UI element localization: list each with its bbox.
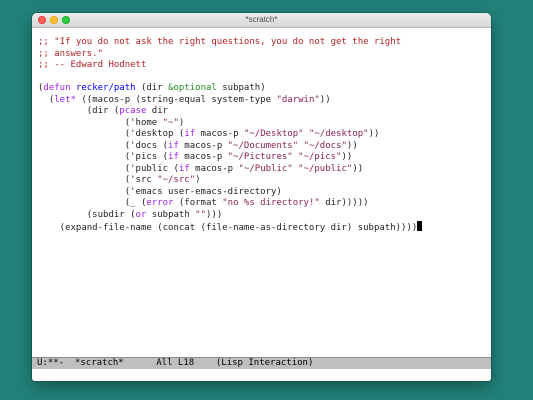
code-token: "~/src" [157,175,196,185]
code-token: (dir ( [38,106,120,116]
code-token: ( [38,117,131,128]
code-token: "darwin" [276,94,320,105]
emacs-window: *scratch* ;; "If you do not ask the righ… [32,13,491,381]
code-token: ;; "If you do not ask the right question… [38,37,402,47]
code-token: "~/Public" [238,163,293,174]
code-token: ) [178,117,185,128]
code-token: (dir [135,83,169,93]
modeline-position: All L18 [156,358,195,368]
code-token: "~/Desktop" [243,129,304,139]
code-token: "~/public" [298,163,353,174]
code-token: (format [173,198,223,208]
code-token: if [168,152,179,162]
code-token: "~/Pictures" [227,152,293,162]
code-line: (subdir (or subpath ""))) [38,210,487,222]
mode-line: U:**- *scratch* All L18 (Lisp Interactio… [32,357,491,369]
code-line: ;; answers." [38,49,487,61]
code-token: subpath) [216,83,266,93]
code-token: subpath [146,209,196,220]
code-token: recker/path [75,83,136,93]
code-token: &optional [168,83,217,93]
code-token: )) [341,152,353,162]
code-token: (subdir ( [38,209,136,220]
code-token: )) [368,129,380,139]
title-bar[interactable]: *scratch* [32,13,491,28]
code-token: "~/pics" [298,152,342,162]
code-token: let* [54,94,76,105]
code-token: "no %s directory!" [222,198,320,208]
code-token: ('public ( [38,163,179,174]
code-line: (defun recker/path (dir &optional subpat… [38,83,487,95]
code-token: defun [43,83,71,93]
modeline-buffer-name: *scratch* [74,358,124,368]
editor-buffer[interactable]: ;; "If you do not ask the right question… [38,37,487,357]
code-token: or [135,209,147,220]
code-token: ('docs ( [38,140,169,151]
code-token: dir [146,106,169,116]
code-token: ) [195,175,201,185]
code-token: error [146,198,174,208]
code-token: if [178,163,190,174]
code-token: dir))))) [319,198,369,208]
code-line: ;; -- Edward Hodnett [38,60,487,72]
code-token: macos-p [195,129,244,139]
code-line: ('desktop (if macos-p "~/Desktop" "~/des… [38,129,487,141]
code-token: )) [319,94,331,105]
code-token: ;; answers." [38,48,104,59]
code-token: ;; -- Edward Hodnett [38,60,147,70]
code-token: )) [346,140,358,151]
modeline-status: U:**- [37,358,65,368]
code-line: ('src "~/src") [38,175,487,187]
code-token: pcase [119,106,147,116]
code-token: )) [352,163,364,174]
code-token: "" [195,209,207,220]
code-token: if [168,140,179,151]
code-token: ))) [206,209,223,220]
code-token: 'home [130,117,158,128]
minibuffer[interactable] [32,369,491,381]
window-title: *scratch* [245,15,278,24]
code-token: macos-p [178,140,228,151]
code-line: (expand-file-name (concat (file-name-as-… [38,221,487,233]
code-token: ('desktop ( [38,129,185,139]
code-token: ('src [38,175,158,185]
code-token: ('pics ( [38,152,169,162]
code-token: (expand-file-name (concat (file-name-as-… [38,223,418,233]
text-cursor [417,221,423,231]
code-line: (let* ((macos-p (string-equal system-typ… [38,95,487,107]
code-token: ((macos-p (string-equal system-type [75,94,277,105]
code-line: ;; "If you do not ask the right question… [38,37,487,49]
code-line: (_ (error (format "no %s directory!" dir… [38,198,487,210]
code-line: ('public (if macos-p "~/Public" "~/publi… [38,164,487,176]
code-token: ( [38,94,55,105]
code-token: if [184,129,196,139]
code-line: ('emacs user-emacs-directory) [38,187,487,199]
code-token: ('emacs user-emacs-directory) [38,186,282,197]
code-token: macos-p [178,152,228,162]
code-token: "~" [162,117,179,128]
code-line: (dir (pcase dir [38,106,487,118]
modeline-mode: (Lisp Interaction) [215,358,314,368]
code-token: macos-p [189,163,239,174]
code-line: ('home "~") [38,118,487,130]
code-token: (_ ( [38,198,147,208]
code-token: "~/docs" [303,140,347,151]
code-line: ('docs (if macos-p "~/Documents" "~/docs… [38,141,487,153]
code-token: "~/desktop" [308,129,369,139]
code-line: ('pics (if macos-p "~/Pictures" "~/pics"… [38,152,487,164]
code-token: "~/Documents" [227,140,299,151]
